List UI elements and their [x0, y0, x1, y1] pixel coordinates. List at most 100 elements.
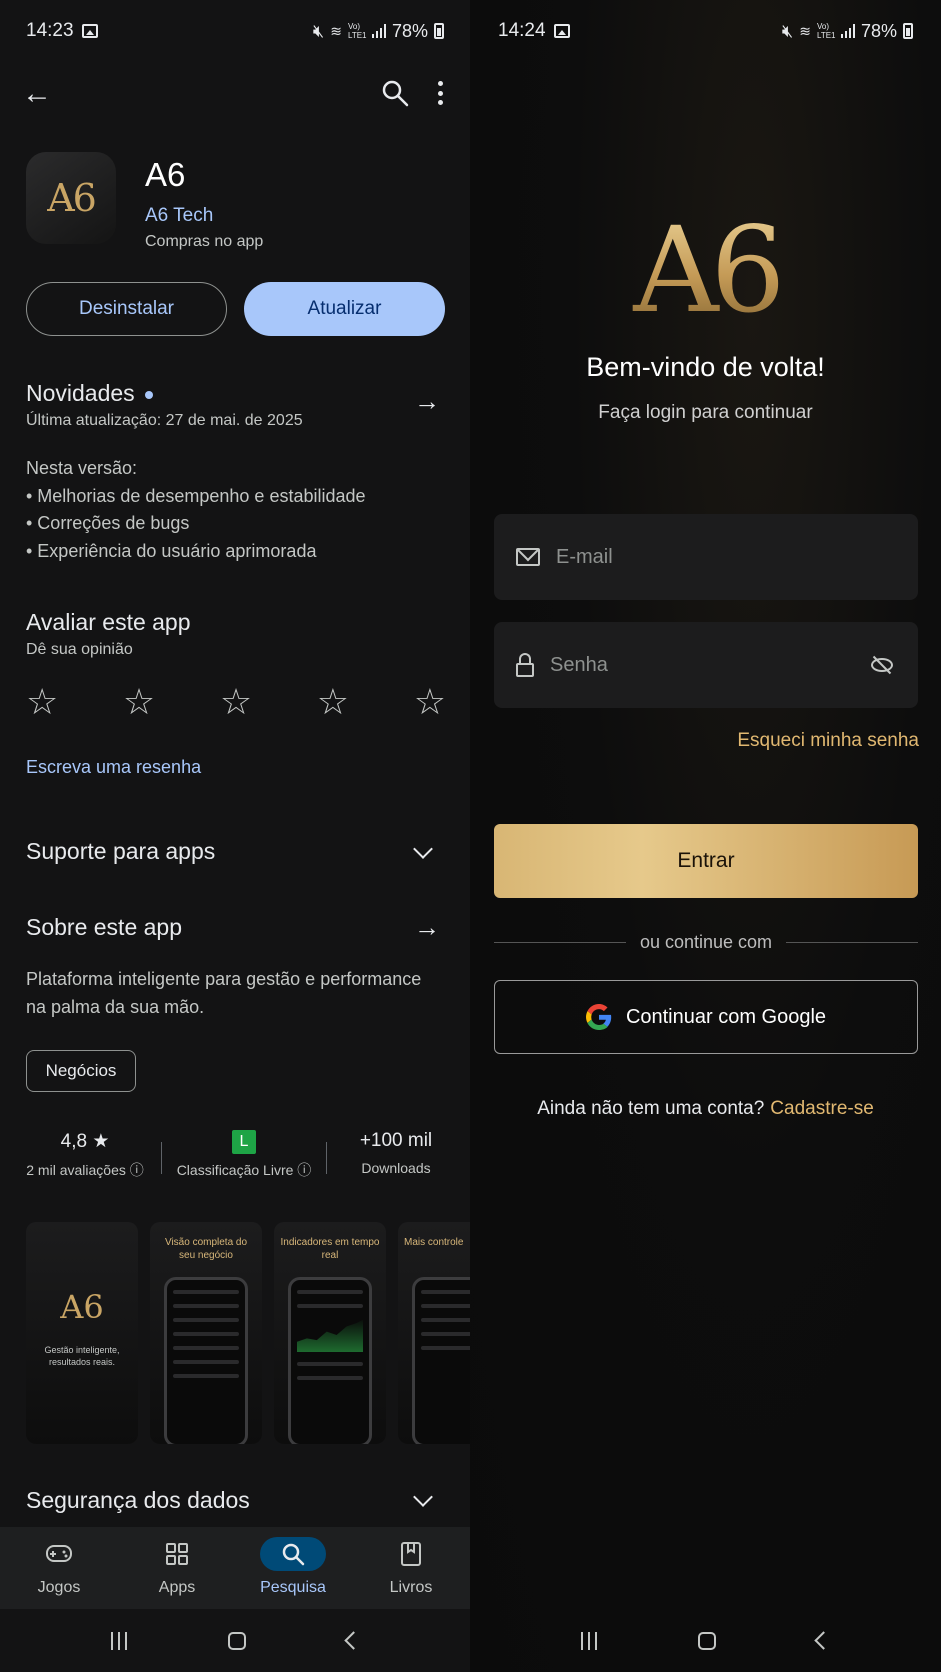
- brand-logo: A6: [470, 210, 941, 330]
- email-input[interactable]: [556, 545, 896, 569]
- whats-new-title[interactable]: Novidades: [26, 380, 153, 407]
- screenshot-caption: Indicadores em tempo real: [280, 1237, 380, 1261]
- signal-icon: [840, 24, 855, 38]
- nav-games[interactable]: Jogos: [14, 1537, 104, 1597]
- app-support-title[interactable]: Suporte para apps: [26, 838, 215, 865]
- password-field[interactable]: [494, 622, 918, 708]
- mail-icon: [516, 548, 540, 566]
- screenshot-carousel[interactable]: A6 Gestão inteligente, resultados reais.…: [26, 1222, 470, 1444]
- visibility-off-icon[interactable]: [870, 655, 896, 675]
- battery-icon: [903, 23, 913, 39]
- stat-divider: [326, 1142, 327, 1174]
- app-icon-logo: A6: [47, 176, 97, 220]
- whats-new-arrow-icon[interactable]: →: [414, 386, 440, 417]
- in-app-purchases-label: Compras no app: [145, 233, 264, 250]
- back-arrow-icon[interactable]: ←: [22, 79, 52, 109]
- release-note-line: • Experiência do usuário aprimorada: [26, 540, 317, 561]
- content-rating-stat[interactable]: L Classificação Livre ⓘ: [176, 1130, 312, 1180]
- nav-label: Livros: [389, 1579, 433, 1596]
- screenshot-tagline: Gestão inteligente, resultados reais.: [44, 1345, 120, 1367]
- rating-value: 4,8 ★: [60, 1131, 110, 1152]
- screenshot-card[interactable]: Indicadores em tempo real: [274, 1222, 386, 1444]
- nav-books[interactable]: Livros: [366, 1537, 456, 1597]
- status-indicators: 🔇︎ ≋ Vo) LTE1 78%: [313, 21, 444, 42]
- last-updated: Última atualização: 27 de mai. de 2025: [26, 412, 303, 429]
- or-divider: ou continue com: [494, 930, 918, 954]
- nav-label: Apps: [158, 1579, 196, 1596]
- login-button[interactable]: Entrar: [494, 824, 918, 898]
- more-options-icon[interactable]: [434, 78, 446, 108]
- network-label: Vo) LTE1: [816, 22, 836, 40]
- star-icon[interactable]: ☆: [123, 684, 155, 720]
- chevron-down-icon[interactable]: [413, 1487, 433, 1507]
- google-signin-button[interactable]: Continuar com Google: [494, 980, 918, 1054]
- system-back-icon[interactable]: [814, 1631, 834, 1650]
- signup-question: Ainda não tem uma conta?: [537, 1098, 765, 1119]
- screenshot-card[interactable]: A6 Gestão inteligente, resultados reais.: [26, 1222, 138, 1444]
- battery-percent: 78%: [391, 20, 428, 41]
- phone-mockup: [288, 1277, 372, 1444]
- about-app-title[interactable]: Sobre este app: [26, 914, 182, 941]
- about-arrow-icon[interactable]: →: [414, 912, 440, 943]
- nav-search[interactable]: Pesquisa: [248, 1537, 338, 1597]
- status-bar: 14:24 🔇︎ ≋ Vo) LTE1 78%: [470, 0, 941, 62]
- recents-icon[interactable]: [110, 1631, 127, 1650]
- home-icon[interactable]: [697, 1631, 716, 1650]
- search-icon[interactable]: [380, 78, 410, 108]
- system-navigation-bar: [470, 1609, 941, 1672]
- rate-app-subtitle: Dê sua opinião: [26, 641, 133, 658]
- network-label: Vo) LTE1: [347, 22, 367, 40]
- star-icon[interactable]: ☆: [220, 684, 252, 720]
- app-icon: A6: [26, 152, 116, 244]
- rating-stat[interactable]: 4,8 ★ 2 mil avaliações ⓘ: [26, 1130, 144, 1180]
- write-review-link[interactable]: Escreva uma resenha: [26, 757, 201, 778]
- whats-new-label: Novidades: [26, 380, 135, 406]
- star-icon[interactable]: ☆: [414, 684, 446, 720]
- gamepad-icon: [14, 1537, 104, 1571]
- mute-icon: 🔇︎: [312, 20, 325, 41]
- content-rating-label: Classificação Livre ⓘ: [176, 1162, 312, 1178]
- screenshot-caption: Visão completa do seu negócio: [164, 1237, 248, 1261]
- content-rating-badge: L: [232, 1130, 256, 1154]
- new-indicator-dot: [144, 390, 153, 399]
- wifi-icon: ≋: [330, 22, 342, 39]
- login-panel: 14:24 🔇︎ ≋ Vo) LTE1 78% A6 Bem-vindo de …: [470, 0, 941, 1672]
- mute-icon: 🔇︎: [781, 20, 794, 41]
- category-chip[interactable]: Negócios: [26, 1050, 136, 1092]
- nav-label: Pesquisa: [260, 1579, 326, 1596]
- screenshot-caption: Mais controle: [404, 1237, 464, 1248]
- bottom-navigation: Jogos Apps Pesquisa Livros: [0, 1527, 470, 1609]
- apps-grid-icon: [132, 1537, 222, 1571]
- app-stats: 4,8 ★ 2 mil avaliações ⓘ L Classificação…: [0, 1130, 470, 1190]
- star-icon[interactable]: ☆: [26, 684, 58, 720]
- screenshot-card[interactable]: Visão completa do seu negócio: [150, 1222, 262, 1444]
- update-button[interactable]: Atualizar: [244, 282, 445, 336]
- play-store-panel: 14:23 🔇︎ ≋ Vo) LTE1 78% ← A6 A6 A6 Tech …: [0, 0, 470, 1672]
- signup-link[interactable]: Cadastre-se: [770, 1098, 874, 1119]
- recents-icon[interactable]: [580, 1631, 597, 1650]
- data-safety-title[interactable]: Segurança dos dados: [26, 1487, 250, 1514]
- stat-divider: [161, 1142, 162, 1174]
- nav-apps[interactable]: Apps: [132, 1537, 222, 1597]
- nav-label: Jogos: [37, 1579, 81, 1596]
- downloads-stat: +100 mil Downloads: [340, 1130, 452, 1176]
- rating-count: 2 mil avaliações ⓘ: [26, 1162, 144, 1178]
- star-icon[interactable]: ☆: [317, 684, 349, 720]
- lock-icon: [516, 653, 534, 677]
- developer-link[interactable]: A6 Tech: [145, 205, 213, 227]
- chevron-down-icon[interactable]: [413, 839, 433, 859]
- home-icon[interactable]: [227, 1631, 246, 1650]
- release-note-line: Nesta versão:: [26, 458, 138, 478]
- system-back-icon[interactable]: [343, 1631, 363, 1650]
- email-field[interactable]: [494, 514, 918, 600]
- screenshot-logo: A6: [60, 1288, 104, 1326]
- battery-percent: 78%: [860, 20, 897, 41]
- forgot-password-link[interactable]: Esqueci minha senha: [737, 730, 919, 752]
- status-bar: 14:23 🔇︎ ≋ Vo) LTE1 78%: [0, 0, 470, 62]
- password-input[interactable]: [550, 653, 870, 677]
- uninstall-button[interactable]: Desinstalar: [26, 282, 227, 336]
- star-rating: ☆ ☆ ☆ ☆ ☆: [26, 684, 446, 720]
- screenshot-card[interactable]: Mais controle: [398, 1222, 470, 1444]
- status-time: 14:24: [498, 20, 546, 41]
- release-note-line: • Correções de bugs: [26, 513, 190, 533]
